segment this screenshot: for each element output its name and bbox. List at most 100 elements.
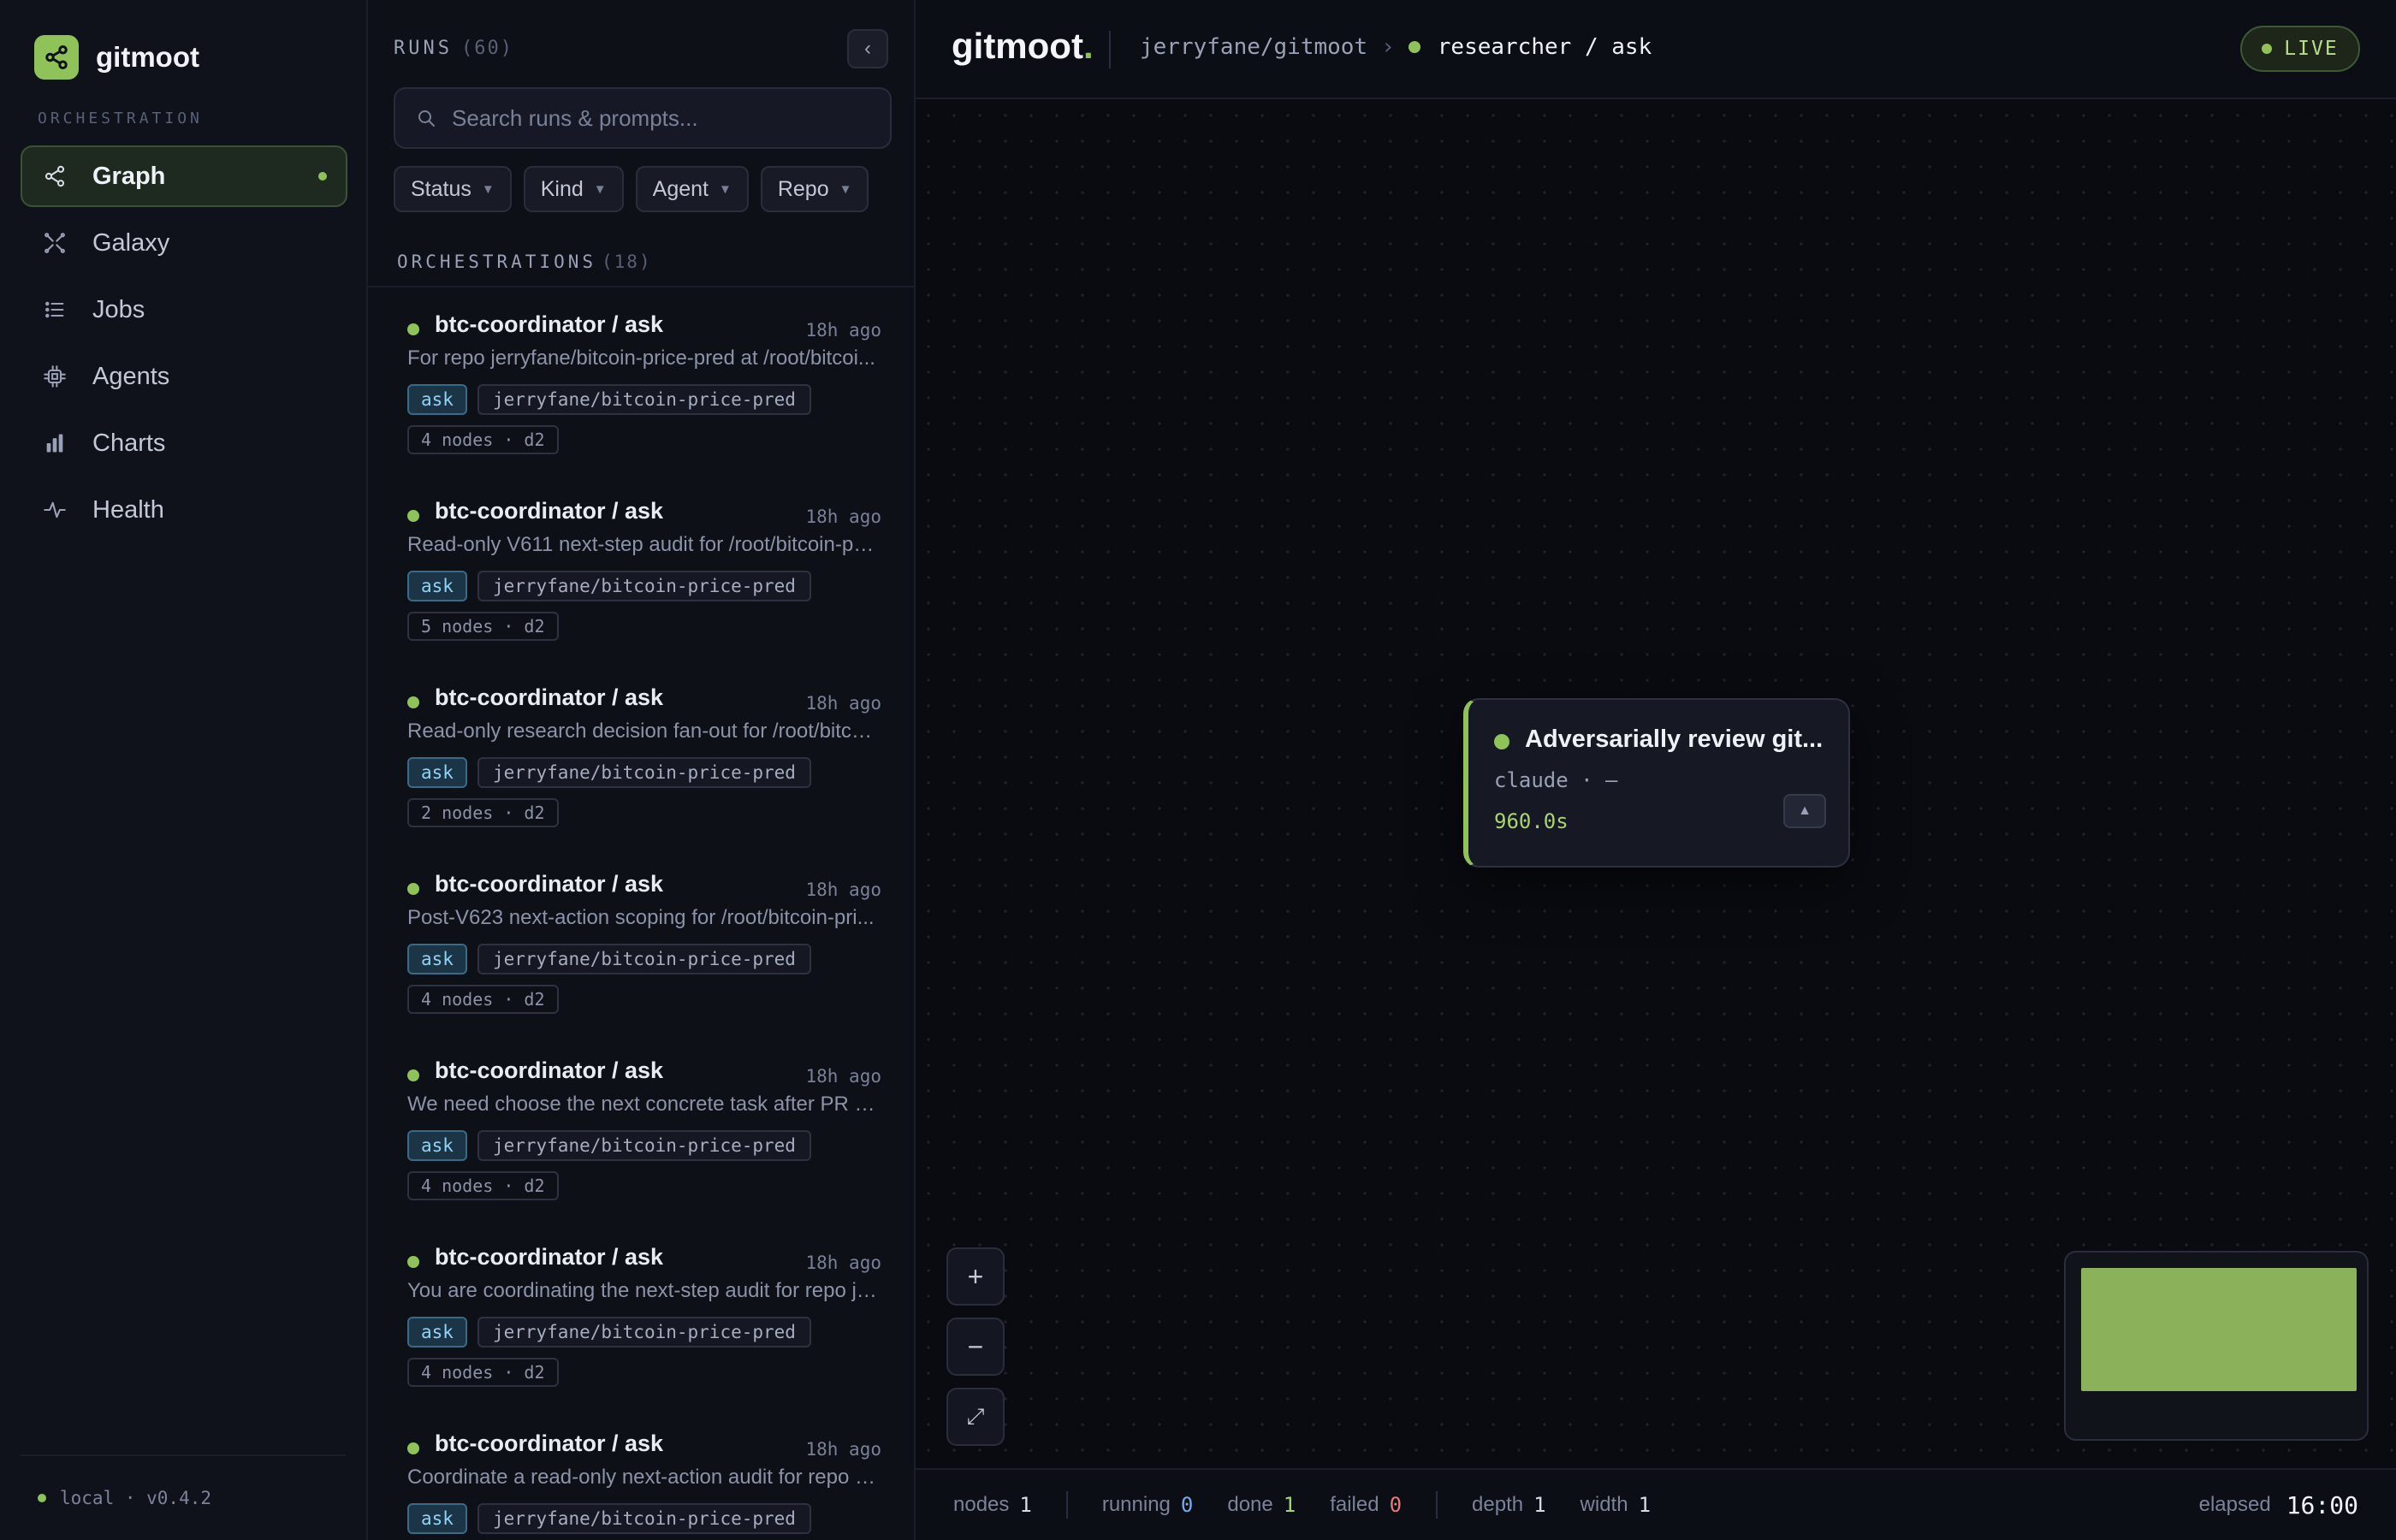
run-list-item[interactable]: btc-coordinator / ask 18h ago Post-V623 … <box>368 847 914 1034</box>
stat-width: width 1 <box>1581 1493 1651 1517</box>
logo-text: gitmoot <box>952 26 1083 66</box>
graph-icon <box>44 165 65 187</box>
node-title: Adversarially review git... <box>1525 726 1824 753</box>
run-description: You are coordinating the next-step audit… <box>407 1279 880 1302</box>
sidebar: gitmoot ORCHESTRATION Graph Galaxy Jobs … <box>0 0 368 1540</box>
run-description: We need choose the next concrete task af… <box>407 1093 880 1116</box>
zoom-controls: + − ⤢ <box>946 1247 1005 1446</box>
status-dot <box>407 1069 419 1081</box>
section-label: ORCHESTRATION <box>38 110 203 127</box>
repo-badge: jerryfane/bitcoin-price-pred <box>477 944 811 974</box>
run-list-item[interactable]: btc-coordinator / ask 18h ago You are co… <box>368 1220 914 1407</box>
stat-running: running 0 <box>1102 1493 1194 1517</box>
share-logo-icon <box>34 35 79 80</box>
filter-bar: Status ▼ Kind ▼ Agent ▼ Repo ▼ <box>394 166 869 212</box>
sidebar-item-charts[interactable]: Charts <box>21 412 347 474</box>
orchestrations-header: ORCHESTRATIONS (18) <box>397 252 652 272</box>
sidebar-item-jobs[interactable]: Jobs <box>21 279 347 341</box>
sidebar-item-health[interactable]: Health <box>21 479 347 541</box>
nodes-badge: 4 nodes · d2 <box>407 425 559 454</box>
status-dot <box>38 1494 46 1502</box>
stat-label: running <box>1101 1493 1171 1516</box>
breadcrumb: jerryfane/gitmoot › researcher / ask <box>1140 34 1652 60</box>
divider <box>1065 1491 1068 1519</box>
sidebar-item-label: Agents <box>92 362 170 390</box>
active-indicator <box>318 172 327 181</box>
sidebar-item-agents[interactable]: Agents <box>21 346 347 407</box>
filter-label: Status <box>411 176 471 201</box>
status-dot <box>407 883 419 895</box>
sidebar-item-label: Graph <box>92 162 166 190</box>
caret-down-icon: ▼ <box>839 181 852 197</box>
graph-canvas[interactable]: gitmoot. jerryfane/gitmoot › researcher … <box>916 0 2396 1540</box>
brand[interactable]: gitmoot <box>34 34 199 80</box>
sidebar-item-label: Galaxy <box>92 228 170 257</box>
sidebar-item-label: Jobs <box>92 295 145 323</box>
search-icon <box>418 110 435 127</box>
zoom-out-button[interactable]: − <box>946 1318 1005 1376</box>
status-dot <box>1494 734 1509 749</box>
kind-badge: ask <box>407 757 467 788</box>
sidebar-nav: Graph Galaxy Jobs Agents Charts Health <box>21 145 347 546</box>
run-description: Read-only V611 next-step audit for /root… <box>407 533 880 556</box>
repo-badge: jerryfane/bitcoin-price-pred <box>477 571 811 601</box>
collapse-panel-button[interactable]: ‹ <box>847 29 888 68</box>
minimap-viewport[interactable] <box>2081 1268 2357 1391</box>
stat-label: elapsed <box>2198 1493 2271 1516</box>
zoom-in-button[interactable]: + <box>946 1247 1005 1306</box>
repo-badge: jerryfane/bitcoin-price-pred <box>477 1503 811 1534</box>
run-list-item[interactable]: btc-coordinator / ask 18h ago We need ch… <box>368 1034 914 1220</box>
live-badge: LIVE <box>2240 26 2360 72</box>
search-box[interactable] <box>394 87 892 149</box>
stat-label: done <box>1227 1493 1273 1516</box>
repo-badge: jerryfane/bitcoin-price-pred <box>477 384 811 415</box>
filter-label: Repo <box>777 176 829 201</box>
sidebar-item-label: Charts <box>92 429 166 457</box>
filter-label: Agent <box>652 176 709 201</box>
sidebar-item-label: Health <box>92 495 164 524</box>
nodes-badge: 4 nodes · d2 <box>407 985 559 1014</box>
expand-icon: ⤢ <box>966 1403 985 1429</box>
nodes-badge: 2 nodes · d2 <box>407 798 559 827</box>
run-time: 18h ago <box>805 506 881 527</box>
chevron-right-icon: › <box>1381 34 1395 60</box>
run-list-item[interactable]: btc-coordinator / ask 18h ago Coordinate… <box>368 1407 914 1540</box>
search-input[interactable] <box>452 104 890 132</box>
runs-header: RUNS (60) <box>394 38 513 59</box>
run-list-item[interactable]: btc-coordinator / ask 18h ago For repo j… <box>368 287 914 474</box>
caret-down-icon: ▼ <box>481 181 495 197</box>
orchestrations-count: (18) <box>602 252 652 272</box>
run-description: Read-only research decision fan-out for … <box>407 720 880 743</box>
top-bar: gitmoot. jerryfane/gitmoot › researcher … <box>916 0 2396 99</box>
agents-icon <box>44 365 66 388</box>
divider <box>1109 31 1111 68</box>
filter-kind[interactable]: Kind ▼ <box>523 166 624 212</box>
fit-view-button[interactable]: ⤢ <box>946 1388 1005 1446</box>
plus-icon: + <box>967 1260 984 1292</box>
logo-period: . <box>1082 26 1094 66</box>
run-list-item[interactable]: btc-coordinator / ask 18h ago Read-only … <box>368 474 914 660</box>
run-time: 18h ago <box>805 1066 881 1087</box>
minimap[interactable] <box>2064 1251 2369 1441</box>
status-dot <box>407 1256 419 1268</box>
sidebar-item-graph[interactable]: Graph <box>21 145 347 207</box>
run-list-item[interactable]: btc-coordinator / ask 18h ago Read-only … <box>368 660 914 847</box>
filter-status[interactable]: Status ▼ <box>394 166 512 212</box>
status-dot <box>1408 41 1420 53</box>
sidebar-item-galaxy[interactable]: Galaxy <box>21 212 347 274</box>
stat-value: 1 <box>1283 1493 1296 1517</box>
runs-title: RUNS <box>394 38 453 59</box>
breadcrumb-current: researcher / ask <box>1437 34 1652 60</box>
run-description: For repo jerryfane/bitcoin-price-pred at… <box>407 346 875 370</box>
filter-agent[interactable]: Agent ▼ <box>635 166 749 212</box>
expand-toggle-button[interactable]: ▲ <box>1783 794 1826 828</box>
run-time: 18h ago <box>805 693 881 714</box>
graph-node[interactable]: Adversarially review git... claude · — 9… <box>1463 698 1850 868</box>
live-dot-icon <box>2262 44 2273 54</box>
app-name: gitmoot <box>96 41 199 73</box>
filter-repo[interactable]: Repo ▼ <box>760 166 869 212</box>
filter-label: Kind <box>540 176 584 201</box>
breadcrumb-repo[interactable]: jerryfane/gitmoot <box>1140 34 1367 60</box>
logo-wordmark[interactable]: gitmoot. <box>952 26 1094 67</box>
run-time: 18h ago <box>805 1439 881 1460</box>
